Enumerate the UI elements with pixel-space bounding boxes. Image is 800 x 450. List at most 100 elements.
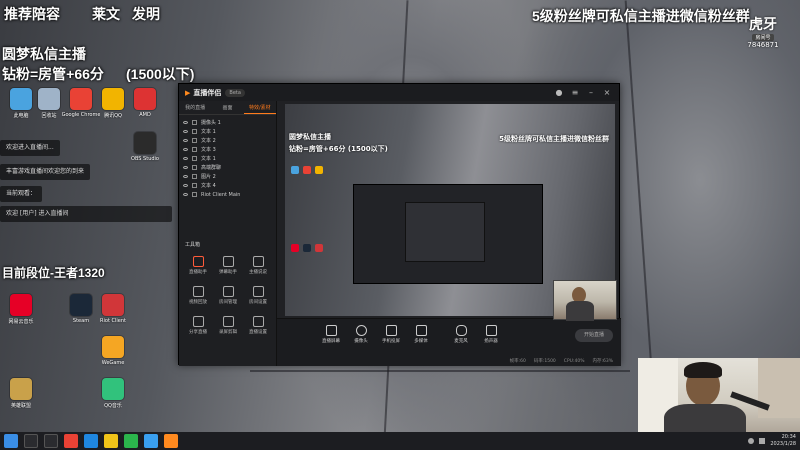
steam-icon: [70, 294, 92, 316]
rock-crack: [250, 370, 630, 372]
camera-icon: [355, 325, 367, 336]
desktop-icon[interactable]: 腾讯QQ: [98, 88, 128, 119]
task-view-icon[interactable]: [44, 434, 58, 448]
chat-message: 欢迎 [用户] 进入直播间: [0, 206, 172, 222]
chrome-icon: [70, 88, 92, 110]
speaker-button[interactable]: 扬声器: [477, 325, 505, 344]
tool-icon: [252, 256, 264, 267]
panel-tabs: 我的直播 画面 特效/素材: [179, 101, 276, 115]
chat-message: 丰富游戏直播间欢迎您的到来: [0, 164, 91, 180]
tool-button[interactable]: 录屏剪辑: [213, 316, 243, 335]
menu-icon[interactable]: ≡: [569, 87, 581, 99]
desktop-icon[interactable]: Google Chrome: [62, 88, 100, 118]
source-icon: [192, 138, 197, 143]
source-icon: [192, 174, 197, 179]
room-badge: 房间号: [752, 34, 774, 41]
tool-button[interactable]: 弹幕助手: [213, 256, 243, 275]
source-item[interactable]: 文本 3: [179, 145, 276, 154]
overlay-top-left-1: 推荐陪容: [4, 6, 60, 22]
windows-start-icon[interactable]: [4, 434, 18, 448]
live-companion-taskbar-icon[interactable]: [164, 434, 178, 448]
tool-button[interactable]: 主播说说: [243, 256, 273, 275]
source-list: 摄像头 1 文本 1 文本 2 文本 3 文本 1 高端群聊 图片 2 文本 4…: [179, 115, 276, 199]
tab-scene[interactable]: 画面: [211, 101, 243, 114]
source-item[interactable]: 文本 4: [179, 181, 276, 190]
desktop-icon[interactable]: AMD: [130, 88, 160, 118]
tool-button[interactable]: 视频回放: [183, 286, 213, 305]
desktop-icon[interactable]: WeGame: [98, 336, 128, 366]
preview-overlay-text: 5级粉丝牌可私信主播进微信粉丝群: [499, 135, 609, 143]
eye-icon[interactable]: [183, 184, 188, 187]
avatar-icon[interactable]: ●: [553, 87, 565, 99]
tab-my-live[interactable]: 我的直播: [179, 101, 211, 114]
computer-icon: [10, 88, 32, 110]
minimize-icon[interactable]: –: [585, 87, 597, 99]
tool-button[interactable]: 房间管理: [213, 286, 243, 305]
obs-icon: [134, 132, 156, 154]
qq-taskbar-icon[interactable]: [144, 434, 158, 448]
source-item[interactable]: 高端群聊: [179, 163, 276, 172]
desktop-icon[interactable]: 回收站: [34, 88, 64, 119]
mini-desktop-icon: [303, 244, 311, 252]
screen-capture-button[interactable]: 直播屏幕: [317, 325, 345, 344]
volume-icon[interactable]: [759, 438, 766, 444]
toolbox-title: 工具箱: [185, 242, 201, 248]
eye-icon[interactable]: [183, 166, 188, 169]
eye-icon[interactable]: [183, 130, 188, 133]
tool-button[interactable]: 分享直播: [183, 316, 213, 335]
desktop-icon[interactable]: OBS Studio: [130, 132, 160, 162]
edge-taskbar-icon[interactable]: [84, 434, 98, 448]
folder-taskbar-icon[interactable]: [104, 434, 118, 448]
chrome-taskbar-icon[interactable]: [64, 434, 78, 448]
source-item[interactable]: 摄像头 1: [179, 118, 276, 127]
source-item[interactable]: 文本 2: [179, 136, 276, 145]
source-icon: [192, 165, 197, 170]
wechat-taskbar-icon[interactable]: [124, 434, 138, 448]
source-icon: [192, 156, 197, 161]
speaker-icon: [485, 325, 497, 336]
tool-button[interactable]: 房间设置: [243, 286, 273, 305]
app-logo-icon: ▶: [185, 88, 191, 97]
start-live-button[interactable]: 开始直播: [575, 329, 613, 342]
tool-icon: [192, 316, 204, 327]
source-item[interactable]: 图片 2: [179, 172, 276, 181]
eye-icon[interactable]: [183, 193, 188, 196]
eye-icon[interactable]: [183, 139, 188, 142]
system-tray: 20:34 2023/1/28: [748, 432, 796, 450]
clock[interactable]: 20:34 2023/1/28: [770, 434, 796, 448]
tool-button[interactable]: 直播助手: [183, 256, 213, 275]
eye-icon[interactable]: [183, 157, 188, 160]
tool-button[interactable]: 直播设置: [243, 316, 273, 335]
eye-icon[interactable]: [183, 148, 188, 151]
live-companion-window[interactable]: ▶ 直播伴侣 Beta ● ≡ – × 我的直播 画面 特效/素材 摄像头 1 …: [178, 83, 621, 366]
room-number: 7846871: [747, 41, 779, 49]
phone-cast-button[interactable]: 手机投屏: [377, 325, 405, 344]
desktop-icon[interactable]: Riot Client: [98, 294, 128, 324]
desktop-icon[interactable]: 网易云音乐: [6, 294, 36, 325]
title-bar[interactable]: ▶ 直播伴侣 Beta ● ≡ – ×: [179, 84, 619, 101]
search-icon[interactable]: [24, 434, 38, 448]
desktop-icon[interactable]: Steam: [66, 294, 96, 324]
overlay-top-left-3: 发明: [132, 6, 160, 22]
eye-icon[interactable]: [183, 175, 188, 178]
version-badge: Beta: [225, 88, 245, 97]
source-item[interactable]: Riot Client Main: [179, 190, 276, 199]
source-item[interactable]: 文本 1: [179, 127, 276, 136]
netease-music-icon: [10, 294, 32, 316]
close-icon[interactable]: ×: [601, 87, 613, 99]
desktop-icon[interactable]: 此电脑: [6, 88, 36, 119]
camera-button[interactable]: 摄像头: [347, 325, 375, 344]
eye-icon[interactable]: [183, 121, 188, 124]
microphone-button[interactable]: 麦克风: [447, 325, 475, 344]
overlay-left-line1: 圆梦私信主播: [2, 46, 86, 62]
tool-icon: [222, 286, 234, 297]
tool-icon: [252, 286, 264, 297]
bottom-toolbar: 直播屏幕 摄像头 手机投屏 多媒体 麦克风 扬声器 开始直播 帧率:60 码率:…: [277, 318, 621, 366]
source-item[interactable]: 文本 1: [179, 154, 276, 163]
desktop-icon[interactable]: 英雄联盟: [6, 378, 36, 409]
mini-desktop-icon: [315, 244, 323, 252]
desktop-icon[interactable]: QQ音乐: [98, 378, 128, 409]
network-icon[interactable]: [748, 438, 755, 444]
media-button[interactable]: 多媒体: [407, 325, 435, 344]
tab-effects[interactable]: 特效/素材: [243, 101, 276, 114]
